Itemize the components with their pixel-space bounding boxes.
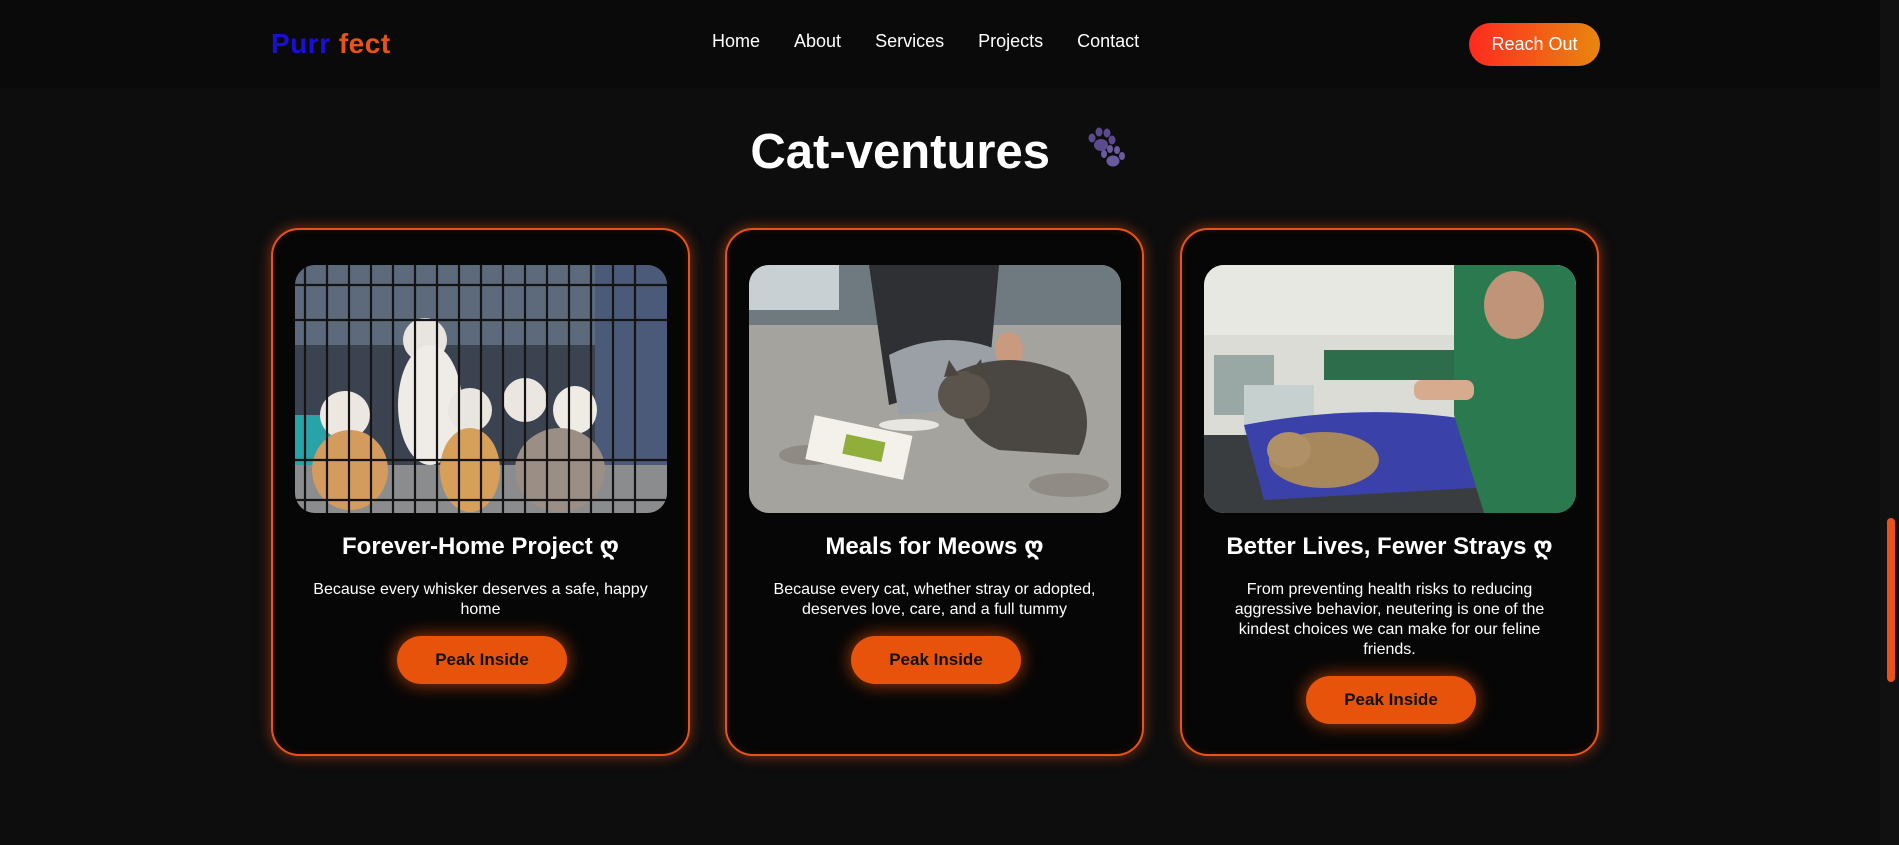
section-title-text: Cat-ventures xyxy=(750,125,1050,179)
nav-link-home[interactable]: Home xyxy=(712,31,760,52)
scrollbar-thumb[interactable] xyxy=(1887,518,1895,682)
paw-prints-icon xyxy=(1082,124,1130,182)
peak-inside-button[interactable]: Peak Inside xyxy=(851,636,1021,684)
feeding-stray-cat-image xyxy=(749,265,1121,513)
heart-glyph-icon: ღ xyxy=(599,533,619,560)
peak-inside-button[interactable]: Peak Inside xyxy=(1306,676,1476,724)
section-title: Cat-ventures xyxy=(0,124,1880,182)
nav-link-projects[interactable]: Projects xyxy=(978,31,1043,52)
nav-link-contact[interactable]: Contact xyxy=(1077,31,1139,52)
page-scrollbar[interactable] xyxy=(1880,0,1899,845)
card-description: Because every cat, whether stray or adop… xyxy=(773,581,1096,618)
vet-surgery-cat-image xyxy=(1204,265,1576,513)
card-title-text: Meals for Meows xyxy=(825,533,1018,560)
card-title: Forever-Home Project ღ xyxy=(273,532,688,561)
logo-part-2: fect xyxy=(338,28,391,59)
reach-out-button[interactable]: Reach Out xyxy=(1469,23,1600,66)
kittens-in-cage-image xyxy=(295,265,667,513)
nav-links: Home About Services Projects Contact xyxy=(712,31,1173,52)
card-title-text: Better Lives, Fewer Strays xyxy=(1226,533,1527,560)
project-card-meals-for-meows: Meals for Meows ღ Because every cat, whe… xyxy=(725,228,1144,756)
site-logo[interactable]: Purr fect xyxy=(271,28,391,60)
card-description: From preventing health risks to reducing… xyxy=(1234,581,1545,658)
nav-link-about[interactable]: About xyxy=(794,31,841,52)
card-title: Meals for Meows ღ xyxy=(727,532,1142,561)
heart-glyph-icon: ღ xyxy=(1024,533,1044,560)
project-card-better-lives: Better Lives, Fewer Strays ღ From preven… xyxy=(1180,228,1599,756)
heart-glyph-icon: ღ xyxy=(1533,533,1553,560)
logo-part-1: Purr xyxy=(271,28,331,59)
card-description: Because every whisker deserves a safe, h… xyxy=(313,581,648,618)
peak-inside-button[interactable]: Peak Inside xyxy=(397,636,567,684)
card-title: Better Lives, Fewer Strays ღ xyxy=(1182,532,1597,561)
nav-link-services[interactable]: Services xyxy=(875,31,944,52)
card-title-text: Forever-Home Project xyxy=(342,533,593,560)
project-card-forever-home: Forever-Home Project ღ Because every whi… xyxy=(271,228,690,756)
top-navbar: Purr fect Home About Services Projects C… xyxy=(0,0,1880,88)
